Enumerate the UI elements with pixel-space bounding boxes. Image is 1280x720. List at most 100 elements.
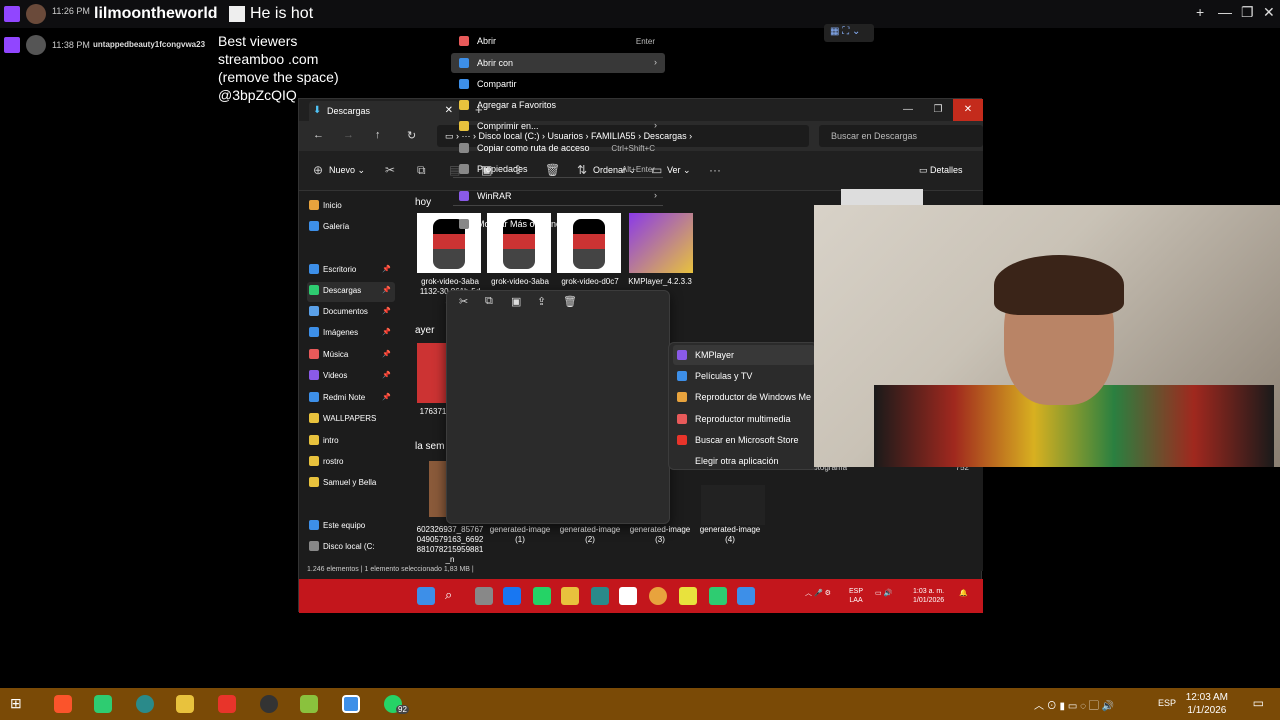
open-with-item[interactable]: KMPlayer (673, 345, 815, 365)
add-icon[interactable]: + (1196, 4, 1204, 20)
group-header[interactable]: ayer (415, 325, 434, 336)
tray-icons[interactable]: ︿ 🎤 ⚙ (805, 589, 831, 598)
context-menu-item[interactable]: Agregar a Favoritos (451, 95, 665, 115)
sidebar-item[interactable]: intro (307, 432, 395, 452)
sidebar-item[interactable]: Descargas 📌 (307, 282, 395, 302)
brave-icon[interactable] (54, 695, 72, 713)
chrome-icon[interactable] (649, 587, 667, 605)
mini-toolbar[interactable]: ▦ ⛶ ⌄ (824, 24, 874, 42)
more-icon[interactable]: ··· (709, 163, 721, 177)
folder-icon[interactable] (176, 695, 194, 713)
sidebar-item[interactable]: Escritorio 📌 (307, 261, 395, 281)
refresh-icon[interactable]: ↻ (407, 129, 416, 142)
search-input[interactable]: Buscar en Descargas (819, 125, 983, 147)
menu-item-icon (459, 143, 469, 153)
chat-text: Best viewers streamboo .com (remove the … (218, 33, 339, 103)
sidebar-item[interactable]: Videos 📌 (307, 367, 395, 387)
sidebar-item[interactable]: Música 📌 (307, 346, 395, 366)
sidebar-item[interactable]: Samuel y Bella (307, 474, 395, 494)
open-with-item[interactable]: Buscar en Microsoft Store (673, 430, 815, 450)
context-menu-item[interactable]: Compartir (451, 74, 665, 94)
app-icon[interactable] (591, 587, 609, 605)
file-thumbnail[interactable] (701, 485, 765, 525)
sidebar-item[interactable]: WALLPAPERS (307, 410, 395, 430)
file-thumbnail[interactable] (417, 343, 447, 403)
pin-icon: 📌 (382, 372, 391, 379)
tray-icons[interactable]: ▭ 🔊 (875, 589, 892, 598)
folder-icon[interactable] (561, 587, 579, 605)
notification-icon[interactable]: 🔔 (959, 589, 968, 598)
maximize-button[interactable]: ❐ (923, 99, 953, 121)
close-button[interactable]: ✕ (953, 99, 983, 121)
sidebar-item[interactable]: Redmi Note 📌 (307, 389, 395, 409)
up-icon[interactable]: ↑ (375, 129, 381, 141)
app-icon[interactable] (709, 587, 727, 605)
view-button[interactable]: Ver ⌄ (667, 165, 691, 176)
store-icon[interactable] (619, 587, 637, 605)
obs-icon[interactable] (260, 695, 278, 713)
minimize-button[interactable]: — (893, 99, 923, 121)
language-indicator[interactable]: ESP (1158, 698, 1176, 708)
language-indicator[interactable]: ESP LAA (849, 587, 863, 605)
sidebar-item-label: Música (323, 350, 349, 359)
clock[interactable]: 1:03 a. m. 1/01/2026 (913, 587, 944, 605)
open-with-item[interactable]: Reproductor multimedia (673, 409, 815, 429)
copy-icon[interactable]: ⧉ (417, 163, 426, 178)
file-name: generated-image (3) (629, 525, 691, 544)
cut-icon[interactable]: ✂ (385, 163, 395, 177)
context-menu-item[interactable]: Mostrar Más opciones (451, 214, 665, 234)
app-icon[interactable] (94, 695, 112, 713)
new-button[interactable]: Nuevo ⌄ (329, 165, 365, 176)
chevron-right-icon: › (654, 120, 657, 130)
context-menu-item[interactable]: Comprimir en... › (451, 116, 665, 136)
context-menu-item[interactable]: WinRAR › (451, 186, 665, 206)
sidebar-item[interactable]: Imágenes 📌 (307, 324, 395, 344)
context-menu-item[interactable]: Copiar como ruta de acceso Ctrl+Shift+C (451, 138, 665, 158)
new-icon: ⊕ (313, 163, 324, 177)
context-menu-item[interactable]: Abrir con › (451, 53, 665, 73)
maximize-icon[interactable]: ❐ (1241, 4, 1254, 21)
windows-start-icon[interactable]: ⊞ (10, 695, 28, 713)
sidebar-item[interactable]: Este equipo (307, 517, 395, 537)
facebook-icon[interactable] (503, 587, 521, 605)
menu-item-label: Propiedades (477, 164, 528, 174)
app-icon[interactable] (218, 695, 236, 713)
sidebar-item[interactable]: Inicio (307, 197, 395, 217)
sidebar-item[interactable]: Galería (307, 218, 395, 238)
sidebar-item[interactable]: rostro (307, 453, 395, 473)
minimize-icon[interactable]: — (1218, 4, 1232, 20)
clock[interactable]: 12:03 AM 1/1/2026 (1186, 691, 1228, 717)
sidebar-item[interactable]: Disco local (C: (307, 538, 395, 558)
app-icon[interactable] (300, 695, 318, 713)
sidebar-item-label: Inicio (323, 201, 342, 210)
close-icon[interactable]: ✕ (1263, 4, 1275, 21)
context-menu-item[interactable]: Abrir Enter (451, 31, 665, 51)
copy-icon[interactable]: ⧉ (485, 295, 493, 308)
open-with-item[interactable]: Elegir otra aplicación (673, 451, 815, 471)
app-icon[interactable] (737, 587, 755, 605)
sidebar-item[interactable]: Documentos 📌 (307, 303, 395, 323)
group-header[interactable]: la sem (415, 441, 444, 452)
app-icon[interactable] (136, 695, 154, 713)
open-with-item[interactable]: Reproductor de Windows Me (673, 387, 815, 407)
details-button[interactable]: ▭ Detalles (919, 165, 963, 176)
notification-icon[interactable]: ▭ (1253, 696, 1264, 710)
notes-icon[interactable] (679, 587, 697, 605)
context-menu-item[interactable]: Propiedades Alt+Enter (451, 159, 665, 179)
back-icon[interactable]: ← (313, 129, 324, 141)
whatsapp-icon[interactable] (533, 587, 551, 605)
delete-icon[interactable]: 🗑 (563, 295, 577, 308)
search-icon[interactable]: ⌕ (445, 587, 463, 605)
rename-icon[interactable]: ▣ (511, 295, 521, 308)
app-icon[interactable] (342, 695, 360, 713)
tab-descargas[interactable]: ⬇ Descargas ✕ (309, 101, 459, 121)
open-with-item[interactable]: Películas y TV (673, 366, 815, 386)
menu-item-icon (459, 100, 469, 110)
group-header[interactable]: hoy (415, 197, 431, 208)
forward-icon[interactable]: → (343, 129, 354, 141)
cut-icon[interactable]: ✂ (459, 295, 468, 308)
windows-start-icon[interactable] (417, 587, 435, 605)
tray-icons[interactable]: ︿ ⊙ ▮ ▭ ◌ ▢ 🔊 (1034, 697, 1114, 712)
task-view-icon[interactable] (475, 587, 493, 605)
share-icon[interactable]: ⇪ (537, 295, 546, 308)
